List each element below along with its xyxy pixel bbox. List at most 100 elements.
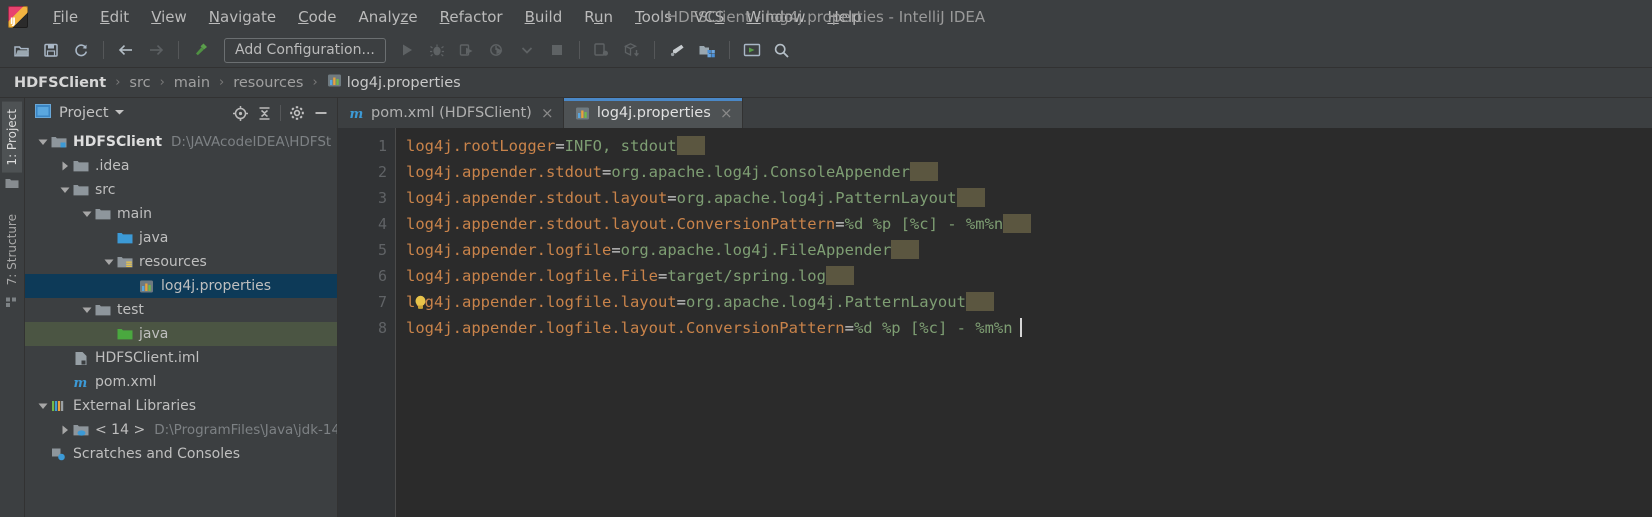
menu-item-window[interactable]: Window bbox=[735, 4, 816, 30]
source-folder-icon bbox=[116, 231, 133, 245]
rail-tab-structure[interactable]: 7: Structure bbox=[2, 207, 22, 292]
property-key: log4j.appender.logfile.layout bbox=[406, 293, 677, 311]
synchronize-icon[interactable] bbox=[67, 37, 95, 63]
save-all-icon[interactable] bbox=[37, 37, 65, 63]
project-panel-dropdown-icon[interactable] bbox=[114, 108, 125, 119]
collapse-all-icon[interactable] bbox=[252, 102, 276, 124]
property-value: org.apache.log4j.PatternLayout bbox=[676, 189, 957, 207]
menu-item-code[interactable]: Code bbox=[287, 4, 347, 30]
menu-item-build[interactable]: Build bbox=[514, 4, 574, 30]
menu-item-help[interactable]: Help bbox=[816, 4, 872, 30]
code-line[interactable]: log4j.appender.logfile=org.apache.log4j.… bbox=[406, 237, 1652, 263]
text-caret bbox=[1019, 318, 1022, 337]
breadcrumb-item-log4j-properties[interactable]: log4j.properties bbox=[327, 73, 461, 92]
tree-node-log4j-properties[interactable]: log4j.properties bbox=[25, 274, 337, 298]
property-value: %d %p [%c] - %m%n bbox=[853, 319, 1013, 337]
property-key: log4j.appender.stdout.layout.ConversionP… bbox=[406, 215, 836, 233]
menu-item-run[interactable]: Run bbox=[573, 4, 624, 30]
close-icon[interactable]: × bbox=[541, 104, 554, 122]
chevron-down-icon[interactable] bbox=[35, 137, 50, 147]
debug-icon[interactable] bbox=[423, 37, 451, 63]
tree-node-main[interactable]: main bbox=[25, 202, 337, 226]
forward-icon[interactable] bbox=[142, 37, 170, 63]
panel-options-gear-icon[interactable] bbox=[285, 102, 309, 124]
add-configuration-button[interactable]: Add Configuration... bbox=[224, 37, 386, 63]
code-line[interactable]: log4j.appender.stdout=org.apache.log4j.C… bbox=[406, 159, 1652, 185]
chevron-down-icon[interactable] bbox=[79, 305, 94, 315]
close-icon[interactable]: × bbox=[720, 104, 733, 122]
tree-node-external-libraries[interactable]: External Libraries bbox=[25, 394, 337, 418]
tree-node-src[interactable]: src bbox=[25, 178, 337, 202]
code-line[interactable]: log4j.rootLogger=INFO, stdout bbox=[406, 133, 1652, 159]
tree-node-label: java bbox=[139, 326, 169, 342]
menu-item-tools[interactable]: Tools bbox=[624, 4, 683, 30]
tree-node-java[interactable]: java bbox=[25, 226, 337, 250]
editor-tab-pom-xml-hdfsclient-[interactable]: m pom.xml (HDFSClient) × bbox=[338, 98, 564, 128]
breadcrumb-item-hdfsclient[interactable]: HDFSClient bbox=[14, 75, 106, 91]
tree-node-resources[interactable]: resources bbox=[25, 250, 337, 274]
chevron-down-icon[interactable] bbox=[35, 401, 50, 411]
chevron-down-icon[interactable] bbox=[79, 209, 94, 219]
breadcrumb-item-label: log4j.properties bbox=[346, 74, 461, 91]
commit-icon[interactable] bbox=[588, 37, 616, 63]
tree-node-hdfsclient-iml[interactable]: HDFSClient.iml bbox=[25, 346, 337, 370]
code-line[interactable]: log4j.appender.logfile.layout.Conversion… bbox=[406, 315, 1652, 341]
property-key: log4j.appender.logfile bbox=[406, 241, 612, 259]
tree-node-scratches-and-consoles[interactable]: Scratches and Consoles bbox=[25, 442, 337, 466]
tree-node-label: pom.xml bbox=[95, 374, 157, 390]
settings-gear-icon[interactable] bbox=[663, 37, 691, 63]
terminal-icon[interactable] bbox=[738, 37, 766, 63]
chevron-down-icon[interactable] bbox=[101, 257, 116, 267]
editor-tab-log4j-properties[interactable]: log4j.properties × bbox=[563, 98, 743, 128]
code-line[interactable]: log4j.appender.logfile.File=target/sprin… bbox=[406, 263, 1652, 289]
tree-node-pom-xml[interactable]: m pom.xml bbox=[25, 370, 337, 394]
menu-item-refactor[interactable]: Refactor bbox=[429, 4, 514, 30]
breadcrumb-separator: › bbox=[159, 75, 165, 90]
chevron-down-icon[interactable] bbox=[57, 185, 72, 195]
search-everywhere-icon[interactable] bbox=[768, 37, 796, 63]
code-line[interactable]: log4j.appender.logfile.layout=org.apache… bbox=[406, 289, 1652, 315]
breadcrumb-item-resources[interactable]: resources bbox=[233, 75, 303, 91]
menu-item-edit[interactable]: Edit bbox=[89, 4, 140, 30]
locate-file-icon[interactable] bbox=[228, 102, 252, 124]
tree-node-test[interactable]: test bbox=[25, 298, 337, 322]
breadcrumb-item-main[interactable]: main bbox=[174, 75, 210, 91]
run-with-coverage-icon[interactable] bbox=[453, 37, 481, 63]
update-project-icon[interactable] bbox=[618, 37, 646, 63]
tree-node--idea[interactable]: .idea bbox=[25, 154, 337, 178]
tree-node--14-[interactable]: < 14 > D:\ProgramFiles\Java\jdk-14 bbox=[25, 418, 337, 442]
menu-item-vcs[interactable]: VCS bbox=[683, 4, 735, 30]
project-folder-icon bbox=[5, 177, 19, 193]
trailing-whitespace-highlight bbox=[676, 136, 705, 155]
profile-icon[interactable] bbox=[483, 37, 511, 63]
code-content[interactable]: log4j.rootLogger=INFO, stdout log4j.appen… bbox=[396, 128, 1652, 517]
rail-tab-project[interactable]: 1: Project bbox=[2, 102, 22, 173]
menu-item-analyze[interactable]: Analyze bbox=[348, 4, 429, 30]
back-icon[interactable] bbox=[112, 37, 140, 63]
property-separator: = bbox=[676, 293, 686, 311]
run-icon[interactable] bbox=[393, 37, 421, 63]
menu-item-navigate[interactable]: Navigate bbox=[198, 4, 287, 30]
build-project-icon[interactable] bbox=[187, 37, 215, 63]
property-value: org.apache.log4j.PatternLayout bbox=[685, 293, 966, 311]
project-structure-icon[interactable] bbox=[693, 37, 721, 63]
breadcrumb-item-src[interactable]: src bbox=[129, 75, 150, 91]
tree-node-label: < 14 > bbox=[95, 422, 146, 438]
editor-code-area[interactable]: 12345678 log4j.rootLogger=INFO, stdout lo… bbox=[338, 128, 1652, 517]
trailing-whitespace-highlight bbox=[956, 188, 985, 207]
property-key: log4j.appender.stdout.layout bbox=[406, 189, 668, 207]
chevron-right-icon[interactable] bbox=[57, 161, 72, 171]
breadcrumb-items: HDFSClient › src › main › resources › log4j.prop… bbox=[14, 73, 461, 92]
menu-items-container: File Edit View Navigate Code Analyze Refactor B… bbox=[42, 4, 873, 30]
menu-item-view[interactable]: View bbox=[140, 4, 198, 30]
tree-node-java[interactable]: java bbox=[25, 322, 337, 346]
code-line[interactable]: log4j.appender.stdout.layout=org.apache.… bbox=[406, 185, 1652, 211]
menu-item-file[interactable]: File bbox=[42, 4, 89, 30]
hide-panel-icon[interactable] bbox=[309, 102, 333, 124]
code-line[interactable]: log4j.appender.stdout.layout.ConversionP… bbox=[406, 211, 1652, 237]
chevron-down-icon[interactable] bbox=[513, 37, 541, 63]
chevron-right-icon[interactable] bbox=[57, 425, 72, 435]
tree-node-hdfsclient[interactable]: HDFSClient D:\JAVAcodeIDEA\HDFSt bbox=[25, 130, 337, 154]
open-icon[interactable] bbox=[7, 37, 35, 63]
stop-icon[interactable] bbox=[543, 37, 571, 63]
